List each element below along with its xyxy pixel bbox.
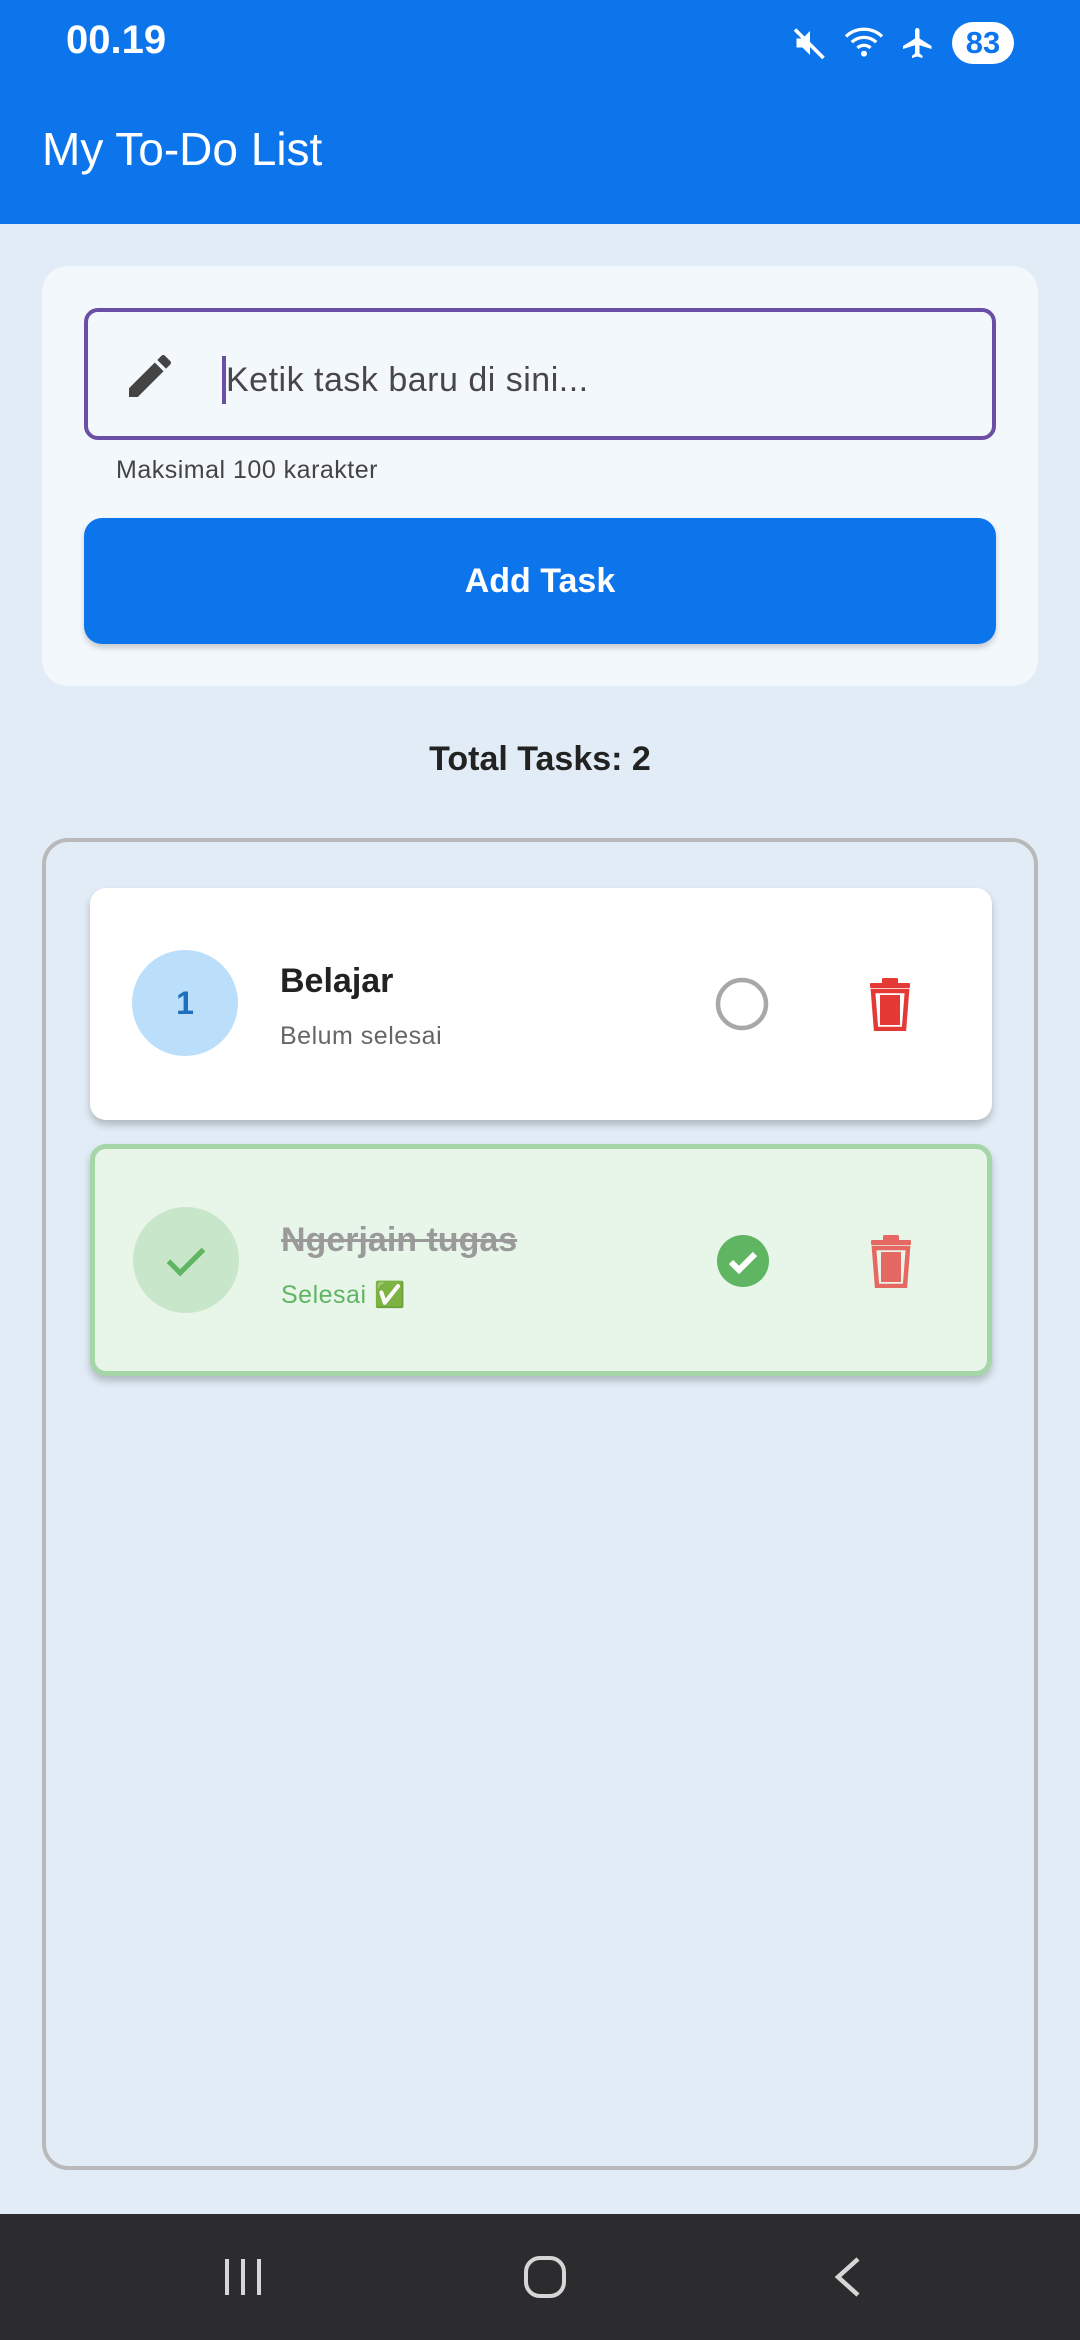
pencil-icon — [122, 348, 178, 404]
add-task-button[interactable]: Add Task — [84, 518, 996, 644]
check-icon — [166, 1247, 206, 1277]
task-input[interactable]: Ketik task baru di sini... — [84, 308, 996, 440]
new-task-card: Ketik task baru di sini... Maksimal 100 … — [42, 266, 1038, 686]
home-icon[interactable] — [515, 2247, 575, 2307]
input-helper-text: Maksimal 100 karakter — [116, 456, 378, 484]
status-icons: 83 — [790, 20, 1014, 66]
app-bar: 00.19 83 My To-Do List — [0, 0, 1080, 224]
delete-icon[interactable] — [859, 1229, 923, 1293]
delete-icon[interactable] — [858, 972, 922, 1036]
wifi-icon — [844, 23, 884, 63]
recent-apps-icon[interactable] — [213, 2247, 273, 2307]
status-time: 00.19 — [66, 18, 167, 62]
task-status: Selesai ✅ — [281, 1281, 406, 1309]
task-item[interactable]: 1 Belajar Belum selesai — [90, 888, 992, 1120]
task-done-badge — [133, 1207, 239, 1313]
complete-toggle-unchecked-icon[interactable] — [710, 972, 774, 1036]
system-nav-bar — [0, 2214, 1080, 2340]
complete-toggle-checked-icon[interactable] — [711, 1229, 775, 1293]
task-status: Belum selesai — [280, 1022, 443, 1050]
task-number-badge: 1 — [132, 950, 238, 1056]
task-title: Ngerjain tugas — [281, 1221, 518, 1259]
back-icon[interactable] — [818, 2247, 878, 2307]
airplane-icon — [898, 23, 938, 63]
total-tasks-label: Total Tasks: 2 — [429, 740, 651, 778]
task-title: Belajar — [280, 962, 394, 1000]
task-input-placeholder: Ketik task baru di sini... — [226, 361, 589, 399]
task-list[interactable]: 1 Belajar Belum selesai Ngerjain tugas S… — [42, 838, 1038, 2170]
page-title: My To-Do List — [42, 123, 323, 175]
battery-icon: 83 — [952, 22, 1014, 64]
mute-icon — [790, 23, 830, 63]
task-item[interactable]: Ngerjain tugas Selesai ✅ — [90, 1144, 992, 1376]
